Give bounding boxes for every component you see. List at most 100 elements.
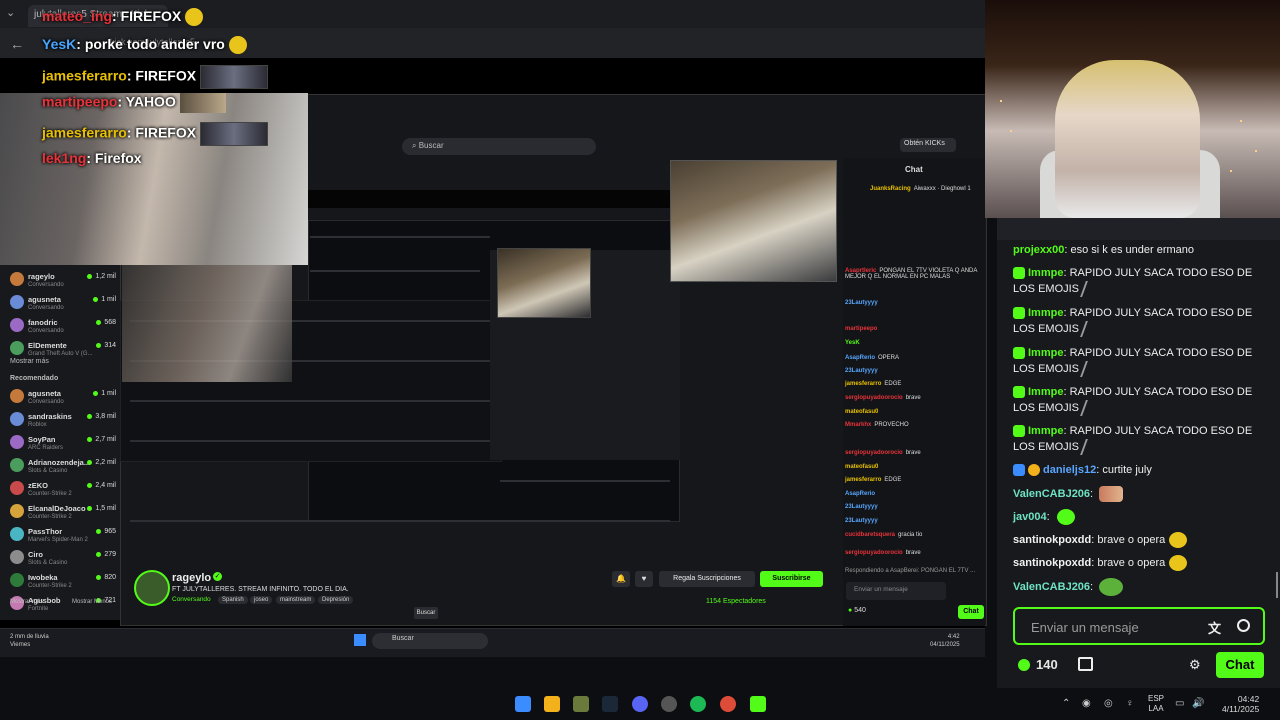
channel-tag: Spanish — [218, 596, 248, 604]
channel-category: Conversando — [28, 282, 64, 288]
channel-tag: joseo — [250, 596, 273, 604]
nested-chat-message: EDGE — [884, 381, 902, 387]
nested-chat-title: Chat — [905, 165, 923, 174]
emote-icon — [1099, 578, 1124, 596]
translate-icon[interactable]: 文 — [1208, 618, 1221, 637]
emote-icon — [1080, 439, 1098, 456]
channel-name: sandraskins — [28, 412, 72, 421]
chat-username[interactable]: Immpe — [1028, 347, 1063, 359]
nested-chat-username: AsapRerio — [845, 491, 876, 497]
sidebar-channel: agusneta Conversando 1 mil — [10, 387, 120, 411]
chat-username[interactable]: Immpe — [1028, 425, 1063, 437]
vip-badge-icon[interactable] — [1013, 464, 1025, 477]
channel-avatar — [10, 272, 24, 286]
frog-badge-icon[interactable] — [1013, 425, 1025, 438]
channel-avatar — [10, 412, 24, 426]
emote-icon — [1080, 281, 1098, 298]
tab-list-chevron-icon[interactable]: ⌄ — [6, 6, 15, 19]
live-dot-icon — [93, 390, 99, 396]
chat-username[interactable]: jav004 — [1013, 511, 1047, 523]
live-dot-icon — [96, 551, 102, 557]
chat-message-field[interactable] — [1013, 607, 1265, 645]
gear-icon[interactable]: ⚙ — [1189, 657, 1201, 673]
kick-icon[interactable] — [750, 696, 766, 712]
frog-badge-icon[interactable] — [1013, 307, 1025, 320]
nested-date: 04/11/2025 — [930, 642, 960, 648]
chat-username[interactable]: projexx00 — [1013, 244, 1064, 256]
tray-app-icon[interactable]: ◎ — [1104, 698, 1113, 709]
chat-username[interactable]: Immpe — [1028, 267, 1063, 279]
nested-chat-message: brave — [905, 450, 921, 456]
chat-username[interactable]: santinokpoxdd — [1013, 557, 1091, 569]
app-icon[interactable] — [573, 696, 589, 712]
channel-name: Ciro — [28, 550, 43, 559]
chat-message: Immpe: RAPIDO JULY SACA TODO ESO DE LOS … — [1013, 265, 1263, 298]
lang-code: ESP — [1148, 694, 1165, 703]
channel-name: ElcanalDeJoaco — [28, 504, 86, 513]
volume-icon[interactable]: 🔊 — [1192, 698, 1204, 709]
emote-icon — [1169, 555, 1188, 572]
file-explorer-icon[interactable] — [544, 696, 560, 712]
chat-separator: : — [1090, 580, 1097, 593]
tray-chevron-icon[interactable]: ⌃ — [1062, 698, 1070, 709]
channel-category: Conversando — [28, 399, 64, 405]
tray-app-icon[interactable]: ◉ — [1082, 698, 1091, 709]
recursive-bar — [130, 440, 490, 442]
frog-badge-icon[interactable] — [1013, 267, 1025, 280]
recursive-bar — [130, 400, 490, 402]
emoji-icon[interactable] — [1237, 619, 1250, 632]
store-icon[interactable] — [1078, 657, 1093, 671]
spotify-icon[interactable] — [690, 696, 706, 712]
chat-message: ValenCABJ206: — [1013, 486, 1263, 503]
chrome-icon[interactable] — [720, 696, 736, 712]
overlay-username: mateo_ing — [42, 8, 113, 24]
chat-scrollbar[interactable] — [1276, 572, 1278, 598]
windows-start-icon[interactable] — [515, 696, 531, 712]
overlay-message: porke todo ander vro — [84, 36, 225, 52]
clock[interactable]: 04:42 4/11/2025 — [1222, 694, 1259, 714]
nested-chat-message: gracia tio — [898, 532, 923, 538]
overlay-separator: : — [117, 93, 126, 110]
points-value[interactable]: 140 — [1036, 657, 1058, 672]
overlay-separator: : — [86, 150, 95, 166]
channel-name: Adrianozendeja... — [28, 458, 91, 467]
streamer-figure — [1055, 60, 1200, 218]
frog-badge-icon[interactable] — [1013, 386, 1025, 399]
sidebar-channel: Adrianozendeja... Slots & Casino 2,2 mil — [10, 456, 120, 480]
nested-chat-username: martipeepo — [845, 326, 878, 332]
send-chat-button[interactable]: Chat — [1216, 652, 1264, 678]
nested-taskbar — [0, 628, 985, 657]
get-kicks-button: Obtén KICKs — [900, 138, 956, 152]
microphone-icon[interactable]: ♀ — [1126, 698, 1134, 709]
chat-username[interactable]: ValenCABJ206 — [1013, 488, 1090, 500]
sidebar-channel: Agusbob Fortnite 721 — [10, 594, 120, 618]
nested-chat-line: martipeepo — [845, 326, 877, 332]
live-dot-icon — [87, 482, 93, 488]
verified-icon: ✓ — [213, 572, 222, 581]
steam-icon[interactable] — [602, 696, 618, 712]
language-indicator[interactable]: ESP LAA — [1148, 694, 1164, 714]
chat-username[interactable]: Immpe — [1028, 386, 1063, 398]
nested-chat-line: JuanksRacing Aiwaxxx · Dieghowl 1 — [870, 186, 971, 192]
weather-text: 2 mm de lluvia — [10, 634, 49, 640]
sidebar-channel: zEKO Counter-Strike 2 2,4 mil — [10, 479, 120, 503]
nested-chat-line: cucidbaretsquera gracia tio — [845, 532, 922, 538]
frog-badge-icon[interactable] — [1013, 347, 1025, 360]
network-icon[interactable]: ▭ — [1175, 698, 1184, 709]
obs-icon[interactable] — [661, 696, 677, 712]
chat-message-input[interactable] — [1029, 617, 1203, 637]
sub-badge-icon[interactable] — [1028, 464, 1040, 477]
subscribe-label: Suscribirse — [772, 575, 811, 582]
chat-username[interactable]: ValenCABJ206 — [1013, 581, 1090, 593]
back-arrow-icon[interactable]: ← — [10, 36, 24, 52]
chat-message: santinokpoxdd: brave o opera — [1013, 555, 1263, 572]
chat-username[interactable]: santinokpoxdd — [1013, 534, 1091, 546]
chat-username[interactable]: Immpe — [1028, 307, 1063, 319]
chat-username[interactable]: danieljs12 — [1043, 464, 1096, 476]
recursive-bar — [130, 520, 670, 522]
overlay-separator: : — [76, 36, 85, 52]
channel-avatar — [10, 295, 24, 309]
discord-icon[interactable] — [632, 696, 648, 712]
overlay-username: martipeepo — [42, 93, 118, 110]
windows-icon — [354, 634, 366, 646]
